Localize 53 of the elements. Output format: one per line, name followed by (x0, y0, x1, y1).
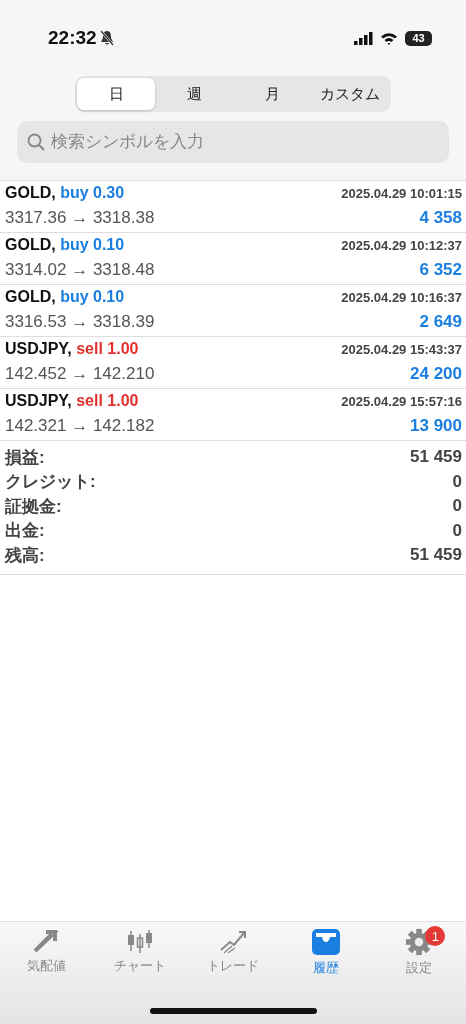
trade-time: 2025.04.29 15:57:16 (341, 394, 462, 409)
trade-symbol: USDJPY, (5, 340, 72, 357)
trade-profit: 4 358 (419, 208, 462, 228)
trade-time: 2025.04.29 10:01:15 (341, 186, 462, 201)
trade-order: buy 0.30 (60, 184, 125, 201)
summary-label: 残高: (5, 544, 45, 567)
trade-profit: 2 649 (419, 312, 462, 332)
trade-profit: 6 352 (419, 260, 462, 280)
battery-level: 43 (405, 30, 432, 46)
trade-symbol: GOLD, (5, 288, 56, 305)
trade-prices: 142.452 → 142.210 (5, 364, 155, 384)
status-time: 22:32 (48, 27, 97, 49)
trend-arrow-icon (218, 928, 248, 954)
summary-value: 0 (452, 496, 462, 517)
period-tab[interactable]: 月 (233, 78, 311, 110)
trade-order: buy 0.10 (60, 236, 125, 253)
trade-symbol: GOLD, (5, 184, 56, 201)
trade-time: 2025.04.29 15:43:37 (341, 342, 462, 357)
inbox-icon (311, 928, 342, 956)
search-field[interactable]: 検索シンボルを入力 (17, 121, 449, 163)
signal-icon (354, 31, 373, 45)
trade-prices: 3317.36 → 3318.38 (5, 208, 155, 228)
trade-order: sell 1.00 (76, 392, 139, 409)
tab-bar-item[interactable]: 気配値 (0, 928, 94, 982)
trade-prices: 142.321 → 142.182 (5, 416, 155, 436)
summary-value: 0 (452, 520, 462, 541)
trade-symbol: USDJPY, (5, 392, 72, 409)
tab-bar-item[interactable]: チャート (93, 928, 187, 982)
bell-slash-icon (99, 30, 114, 46)
tab-bar-item[interactable]: 設定 1 (372, 928, 466, 982)
trade-symbol: GOLD, (5, 236, 56, 253)
trade-prices: 3314.02 → 3318.48 (5, 260, 155, 280)
tab-bar-item[interactable]: 履歴 (279, 928, 373, 982)
period-tab[interactable]: 週 (155, 78, 233, 110)
summary-value: 51 459 (410, 447, 462, 468)
trade-order: buy 0.10 (60, 288, 125, 305)
tab-bar-item[interactable]: トレード (186, 928, 280, 982)
notification-badge: 1 (425, 926, 446, 946)
summary-label: クレジット: (5, 471, 96, 494)
trade-prices: 3316.53 → 3318.39 (5, 312, 155, 332)
summary-label: 損益: (5, 446, 45, 469)
trade-order: sell 1.00 (76, 340, 139, 357)
period-tab[interactable]: カスタム (311, 78, 389, 110)
summary-label: 証拠金: (5, 495, 62, 518)
trade-profit: 24 200 (410, 364, 462, 384)
period-tab[interactable]: 日 (77, 78, 155, 110)
trade-time: 2025.04.29 10:12:37 (341, 238, 462, 253)
trade-time: 2025.04.29 10:16:37 (341, 290, 462, 305)
trade-profit: 13 900 (410, 416, 462, 436)
wifi-icon (380, 31, 398, 45)
summary-value: 0 (452, 471, 462, 492)
summary-value: 51 459 (410, 545, 462, 566)
summary-label: 出金: (5, 520, 45, 543)
